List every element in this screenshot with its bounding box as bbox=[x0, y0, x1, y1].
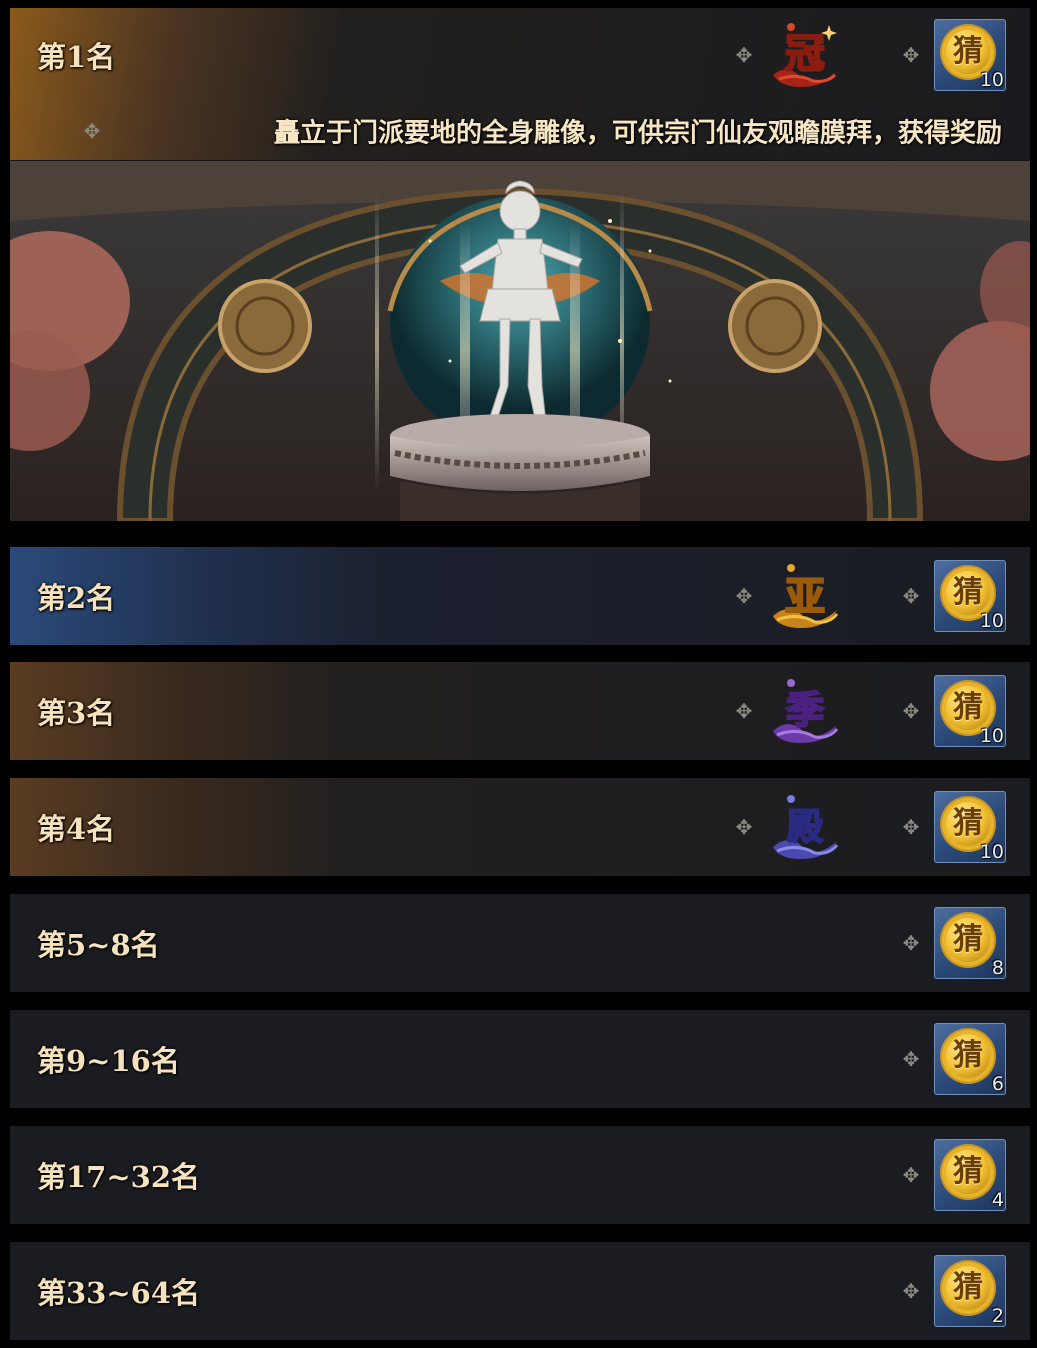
reward-row-rank-5-8: 第5~8名 ✥ 猜 8 bbox=[10, 894, 1030, 992]
reward-row-rank-1: 第1名 ✥ 冠 ✥ 猜 10 矗立于门派要地的全身雕像，可供宗门仙友观瞻膜拜，获… bbox=[10, 8, 1030, 521]
badge-text: 亚 bbox=[785, 573, 825, 620]
reward-quantity: 4 bbox=[991, 1189, 1004, 1211]
reward-item-guess-coin[interactable]: 猜 10 bbox=[934, 560, 1006, 632]
rank-label: 第3名 bbox=[37, 696, 116, 730]
rank-label: 第4名 bbox=[37, 812, 116, 846]
rank-label: 第33~64名 bbox=[37, 1276, 201, 1310]
rank-label: 第2名 bbox=[37, 581, 116, 615]
reward-row-rank-9-16: 第9~16名 ✥ 猜 6 bbox=[10, 1010, 1030, 1108]
reward-quantity: 10 bbox=[979, 610, 1004, 632]
reward-quantity: 8 bbox=[991, 957, 1004, 979]
rank-label: 第1名 bbox=[37, 40, 116, 74]
reward-row-rank-4: 第4名 ✥ 殿 ✥ 猜 10 bbox=[10, 778, 1030, 876]
reward-item-guess-coin[interactable]: 猜 2 bbox=[934, 1255, 1006, 1327]
reward-item-guess-coin[interactable]: 猜 10 bbox=[934, 19, 1006, 91]
diamond-icon: ✥ bbox=[902, 699, 920, 723]
diamond-icon: ✥ bbox=[902, 584, 920, 608]
reward-row-rank-33-64: 第33~64名 ✥ 猜 2 bbox=[10, 1242, 1030, 1340]
guess-coin-icon: 猜 bbox=[942, 914, 994, 966]
reward-quantity: 6 bbox=[991, 1073, 1004, 1095]
reward-item-guess-coin[interactable]: 猜 4 bbox=[934, 1139, 1006, 1211]
diamond-icon: ✥ bbox=[902, 931, 920, 955]
diamond-icon: ✥ bbox=[902, 1279, 920, 1303]
rank-1-description: 矗立于门派要地的全身雕像，可供宗门仙友观瞻膜拜，获得奖励 bbox=[273, 118, 1002, 149]
diamond-icon: ✥ bbox=[902, 1047, 920, 1071]
diamond-icon: ✥ bbox=[902, 1163, 920, 1187]
reward-quantity: 10 bbox=[979, 725, 1004, 747]
badge-text: 殿 bbox=[787, 806, 823, 848]
reward-quantity: 10 bbox=[979, 69, 1004, 91]
statue-preview-image bbox=[10, 161, 1030, 521]
rank-1-header: 第1名 ✥ 冠 ✥ 猜 10 矗立于门派要地的全身雕像，可供宗门仙友观瞻膜拜，获… bbox=[10, 8, 1030, 160]
diamond-icon: ✥ bbox=[83, 119, 101, 143]
diamond-icon: ✥ bbox=[902, 815, 920, 839]
reward-row-rank-3: 第3名 ✥ 季 ✥ 猜 10 bbox=[10, 662, 1030, 760]
reward-item-guess-coin[interactable]: 猜 8 bbox=[934, 907, 1006, 979]
rank-label: 第9~16名 bbox=[37, 1044, 180, 1078]
second-place-badge-icon: 亚 bbox=[773, 564, 839, 628]
diamond-icon: ✥ bbox=[735, 43, 753, 67]
fourth-place-badge-icon: 殿 bbox=[773, 795, 839, 859]
reward-quantity: 10 bbox=[979, 841, 1004, 863]
third-place-badge-icon: 季 bbox=[773, 679, 839, 743]
diamond-icon: ✥ bbox=[735, 584, 753, 608]
reward-item-guess-coin[interactable]: 猜 10 bbox=[934, 675, 1006, 747]
badge-text: 冠 bbox=[785, 30, 825, 77]
diamond-icon: ✥ bbox=[735, 699, 753, 723]
diamond-icon: ✥ bbox=[735, 815, 753, 839]
reward-item-guess-coin[interactable]: 猜 6 bbox=[934, 1023, 1006, 1095]
rank-label: 第17~32名 bbox=[37, 1160, 201, 1194]
champion-badge-icon: 冠 bbox=[773, 23, 837, 87]
diamond-icon: ✥ bbox=[902, 43, 920, 67]
rank-label: 第5~8名 bbox=[37, 928, 160, 962]
guess-coin-icon: 猜 bbox=[942, 1146, 994, 1198]
reward-row-rank-2: 第2名 ✥ 亚 ✥ 猜 10 bbox=[10, 547, 1030, 645]
reward-row-rank-17-32: 第17~32名 ✥ 猜 4 bbox=[10, 1126, 1030, 1224]
badge-text: 季 bbox=[786, 687, 824, 732]
guess-coin-icon: 猜 bbox=[942, 1030, 994, 1082]
reward-quantity: 2 bbox=[991, 1305, 1004, 1327]
guess-coin-icon: 猜 bbox=[942, 1262, 994, 1314]
reward-item-guess-coin[interactable]: 猜 10 bbox=[934, 791, 1006, 863]
